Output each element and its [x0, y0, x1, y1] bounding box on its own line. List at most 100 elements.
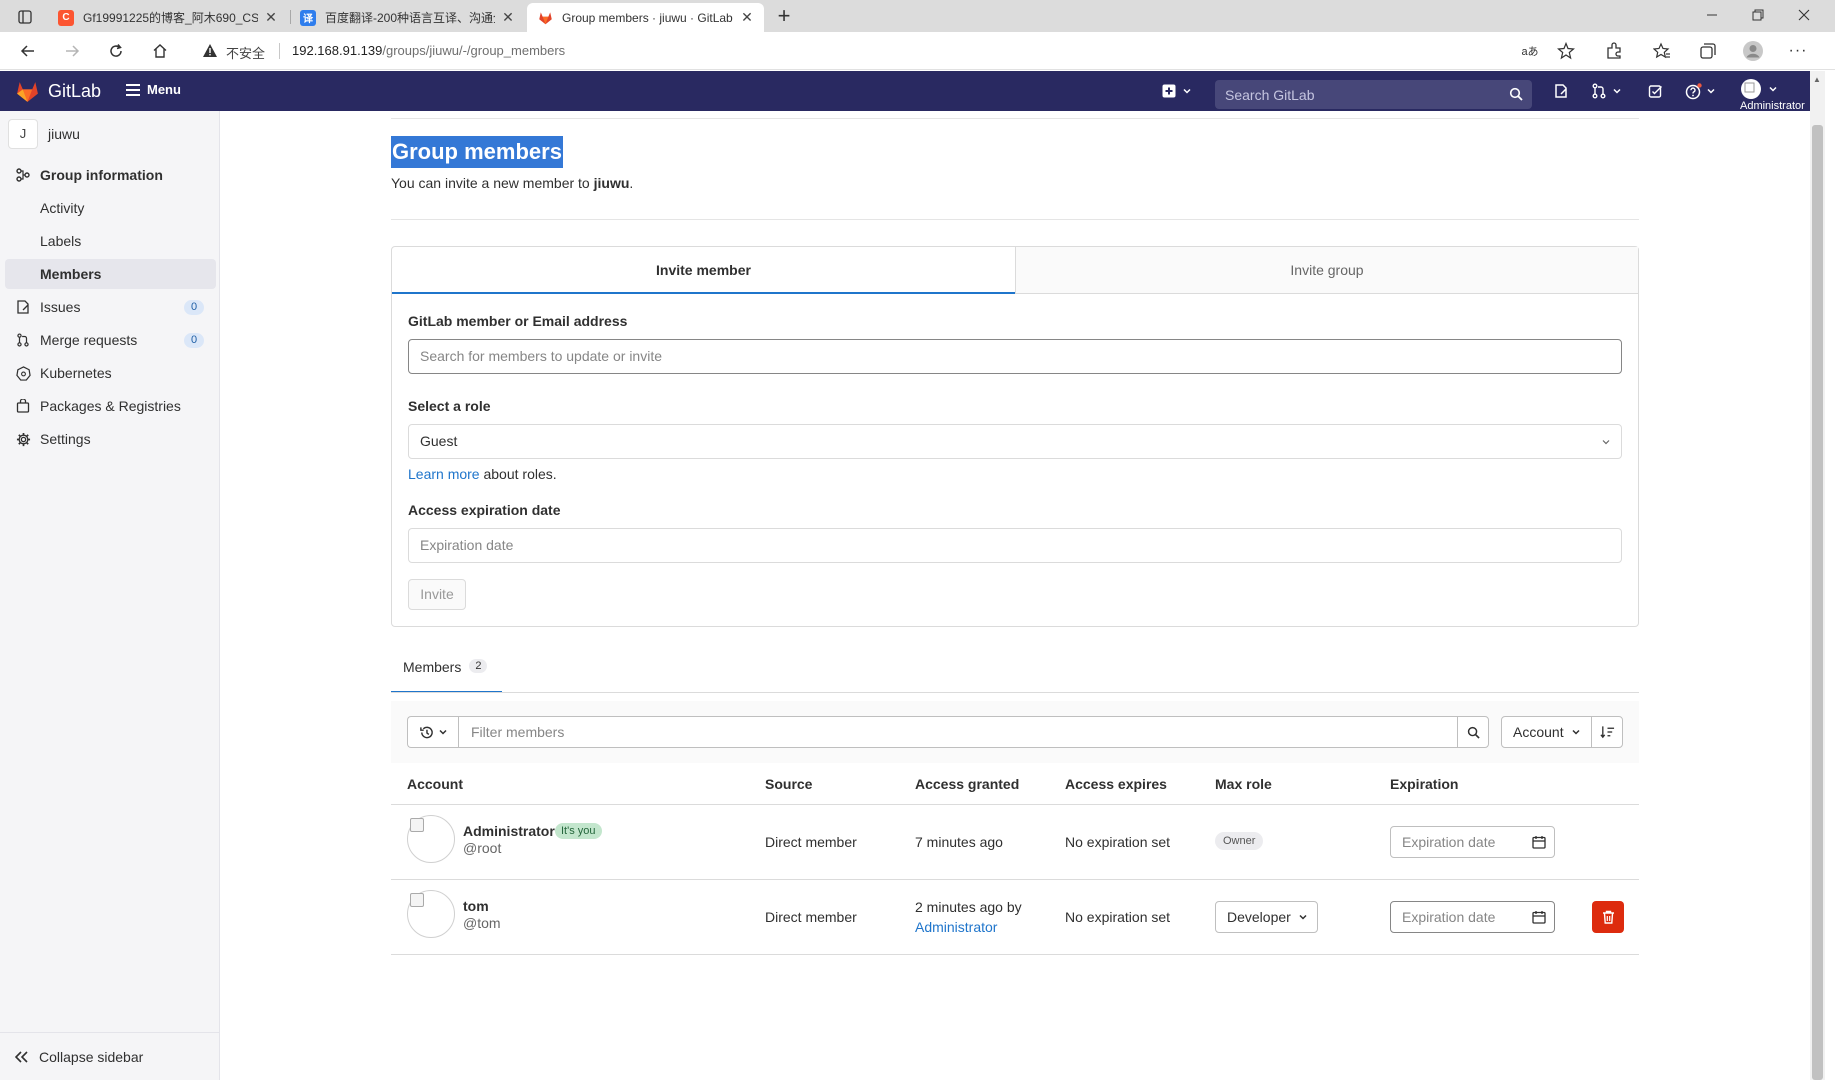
close-icon[interactable]: ✕	[740, 9, 754, 26]
home-icon[interactable]	[146, 39, 174, 63]
close-icon[interactable]: ✕	[501, 9, 515, 26]
help-dropdown[interactable]	[1685, 81, 1716, 101]
sort-ascending-icon	[1599, 726, 1614, 739]
merge-requests-dropdown[interactable]	[1591, 81, 1622, 101]
window-close-icon[interactable]	[1781, 0, 1827, 30]
sidebar-item-label: Merge requests	[40, 332, 138, 348]
search-icon	[1509, 87, 1523, 101]
tabs-divider	[391, 692, 1639, 693]
gitlab-top-bar: GitLab Menu Search GitLab Administrator	[0, 71, 1810, 112]
gitlab-favicon-icon	[537, 10, 553, 26]
sidebar-item-label: Packages & Registries	[40, 398, 181, 414]
browser-tab-csdn[interactable]: C Gf19991225的博客_阿木690_CSDN ✕	[48, 3, 288, 32]
subtitle-suffix: .	[629, 175, 634, 191]
access-expiration-input[interactable]: Expiration date	[408, 528, 1622, 563]
profile-avatar-icon[interactable]	[1741, 40, 1765, 62]
hamburger-icon	[126, 83, 140, 96]
menu-label: Menu	[147, 82, 181, 97]
member-field-label: GitLab member or Email address	[408, 313, 628, 329]
chevron-down-icon	[1602, 440, 1610, 445]
menu-button[interactable]: Menu	[126, 82, 181, 97]
access-expires: No expiration set	[1065, 909, 1171, 925]
calendar-icon	[1532, 836, 1546, 849]
scrollbar-thumb[interactable]	[1812, 125, 1823, 1080]
collapse-sidebar-button[interactable]: Collapse sidebar	[0, 1032, 219, 1080]
remove-member-button[interactable]	[1592, 901, 1624, 933]
sort-by-dropdown[interactable]: Account	[1501, 716, 1592, 748]
invite-form-card: Invite member Invite group GitLab member…	[391, 246, 1639, 627]
column-header-source: Source	[765, 776, 813, 792]
sidebar-item-activity[interactable]: Activity	[5, 193, 216, 223]
new-tab-icon[interactable]: +	[772, 5, 796, 29]
avatar[interactable]	[407, 890, 455, 938]
filter-search-button[interactable]	[1457, 716, 1489, 748]
read-aloud-icon[interactable]: aあ	[1518, 40, 1542, 62]
user-menu-dropdown[interactable]	[1740, 79, 1778, 99]
expiration-date-input[interactable]: Expiration date	[1390, 826, 1555, 858]
create-new-dropdown[interactable]	[1162, 81, 1192, 101]
filter-members-input[interactable]: Filter members	[458, 716, 1458, 748]
avatar[interactable]	[407, 815, 455, 863]
sidebar-item-label: Members	[40, 266, 102, 282]
collections-icon[interactable]	[1696, 40, 1720, 62]
group-icon	[15, 167, 31, 183]
tab-invite-member[interactable]: Invite member	[392, 247, 1015, 294]
close-icon[interactable]: ✕	[264, 9, 278, 26]
sidebar-item-issues[interactable]: Issues 0	[5, 292, 216, 322]
insecure-label[interactable]: 不安全	[226, 43, 265, 62]
search-input[interactable]: Search GitLab	[1215, 80, 1532, 109]
extensions-icon[interactable]	[1602, 40, 1626, 62]
learn-more-link[interactable]: Learn more	[408, 466, 480, 482]
expiration-date-input[interactable]: Expiration date	[1390, 901, 1555, 933]
sort-direction-button[interactable]	[1591, 716, 1623, 748]
subtitle-prefix: You can invite a new member to	[391, 175, 594, 191]
gitlab-home-link[interactable]: GitLab	[15, 80, 101, 103]
tab-actions-icon[interactable]	[10, 6, 40, 28]
browser-tab-title: Gf19991225的博客_阿木690_CSDN	[83, 11, 258, 25]
merge-request-icon	[15, 332, 31, 348]
member-search-input[interactable]: Search for members to update or invite	[408, 339, 1622, 374]
restore-icon[interactable]	[1735, 0, 1781, 30]
scroll-up-arrow-icon[interactable]: ▲	[1813, 75, 1821, 84]
user-name-label: Administrator	[1740, 100, 1805, 112]
role-badge: Owner	[1215, 832, 1264, 850]
todos-shortcut[interactable]	[1648, 81, 1663, 101]
members-tab-label: Members	[403, 659, 462, 675]
forward-arrow-icon[interactable]	[58, 39, 86, 63]
sidebar-item-settings[interactable]: Settings	[5, 424, 216, 454]
sidebar-item-group-information[interactable]: Group information	[5, 160, 216, 190]
member-name-link[interactable]: tom	[463, 898, 489, 914]
warning-icon[interactable]	[202, 43, 218, 58]
sidebar-item-label: Activity	[40, 200, 85, 216]
tab-invite-group[interactable]: Invite group	[1015, 247, 1638, 294]
more-options-icon[interactable]: ···	[1786, 40, 1810, 62]
browser-address-bar: 不安全 192.168.91.139/groups/jiuwu/-/group_…	[0, 32, 1835, 70]
max-role-dropdown[interactable]: Developer	[1215, 901, 1318, 933]
browser-tab-baidu[interactable]: 译 百度翻译-200种语言互译、沟通全 ✕	[290, 3, 525, 32]
refresh-icon[interactable]	[102, 39, 130, 63]
favorites-icon[interactable]	[1650, 40, 1674, 62]
group-context-header[interactable]: J jiuwu	[8, 119, 80, 149]
tab-members[interactable]: Members 2	[391, 655, 502, 693]
sidebar-item-members[interactable]: Members	[5, 259, 216, 289]
chevron-down-icon	[1183, 88, 1191, 94]
member-name-link[interactable]: Administrator	[463, 823, 555, 839]
recent-searches-dropdown[interactable]	[407, 716, 459, 748]
sidebar-item-labels[interactable]: Labels	[5, 226, 216, 256]
url-field[interactable]: 192.168.91.139/groups/jiuwu/-/group_memb…	[292, 43, 565, 58]
back-arrow-icon[interactable]	[14, 39, 42, 63]
url-path: /groups/jiuwu/-/group_members	[382, 43, 566, 58]
sidebar-item-merge-requests[interactable]: Merge requests 0	[5, 325, 216, 355]
add-favorite-icon[interactable]	[1554, 40, 1578, 62]
invite-button[interactable]: Invite	[408, 579, 466, 610]
browser-tab-gitlab[interactable]: Group members · jiuwu · GitLab ✕	[527, 3, 764, 32]
left-sidebar: J jiuwu Group information Activity Label…	[0, 111, 220, 1080]
sidebar-item-packages-registries[interactable]: Packages & Registries	[5, 391, 216, 421]
minimize-icon[interactable]	[1689, 0, 1735, 30]
granted-by-link[interactable]: Administrator	[915, 919, 997, 935]
search-placeholder: Search GitLab	[1225, 87, 1315, 103]
issues-shortcut[interactable]	[1553, 81, 1569, 101]
role-select[interactable]: Guest	[408, 424, 1622, 459]
sidebar-item-kubernetes[interactable]: Kubernetes	[5, 358, 216, 388]
access-granted: 2 minutes ago by	[915, 899, 1022, 915]
